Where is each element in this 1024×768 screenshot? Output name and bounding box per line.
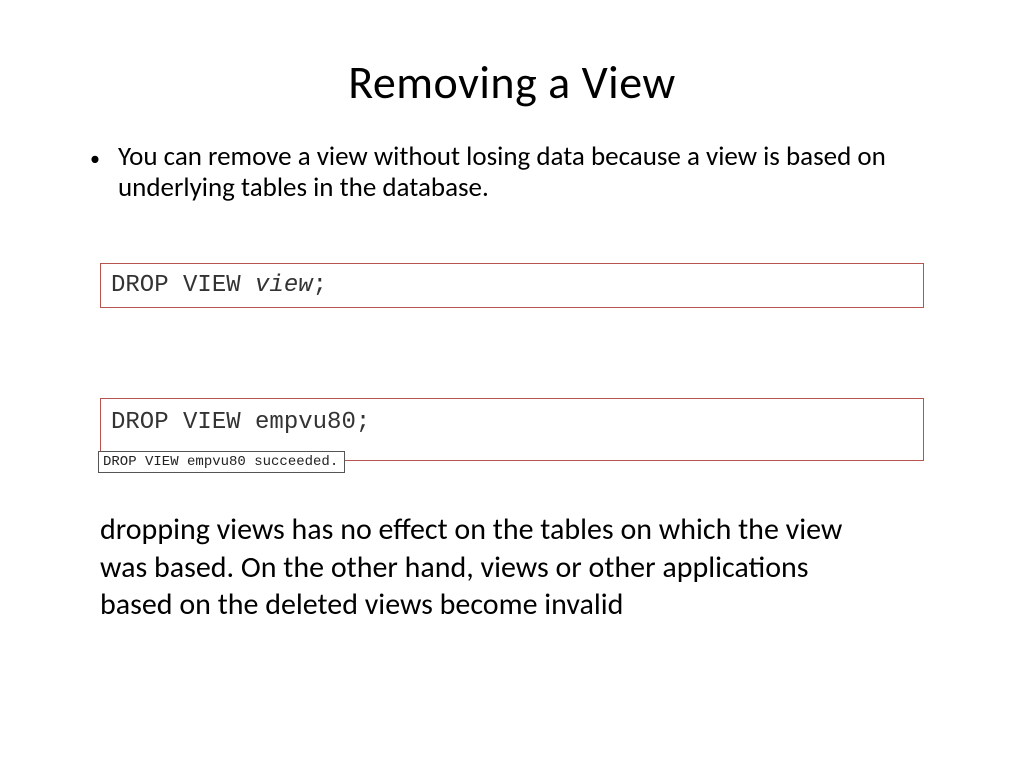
syntax-prefix: DROP VIEW	[111, 272, 255, 299]
example-statement: DROP VIEW empvu80;	[111, 409, 370, 436]
example-wrapper: DROP VIEW empvu80; DROP VIEW empvu80 suc…	[100, 398, 924, 461]
bullet-icon: •	[90, 143, 100, 175]
syntax-param: view	[255, 272, 313, 299]
slide: Removing a View • You can remove a view …	[0, 0, 1024, 768]
syntax-suffix: ;	[313, 272, 327, 299]
body-paragraph: dropping views has no effect on the tabl…	[70, 511, 954, 624]
slide-title: Removing a View	[70, 55, 954, 111]
result-box: DROP VIEW empvu80 succeeded.	[98, 451, 345, 473]
bullet-text: You can remove a view without losing dat…	[118, 141, 908, 203]
syntax-box: DROP VIEW view;	[100, 263, 924, 308]
bullet-item: • You can remove a view without losing d…	[70, 141, 954, 203]
